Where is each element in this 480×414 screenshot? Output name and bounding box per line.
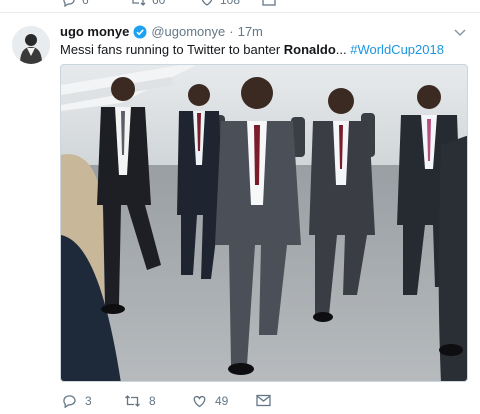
- tweet-photo[interactable]: [60, 64, 468, 382]
- reply-button[interactable]: 3: [62, 394, 92, 408]
- avatar[interactable]: [12, 26, 50, 64]
- prev-retweet-button[interactable]: 60: [130, 0, 165, 7]
- heart-icon: [193, 395, 206, 408]
- tweet-text-plain: Messi fans running to Twitter to banter: [60, 42, 284, 57]
- envelope-icon: [262, 0, 276, 6]
- prev-like-count: 108: [220, 0, 241, 7]
- reply-icon: [63, 0, 75, 7]
- retweet-count: 8: [149, 394, 156, 408]
- tweet-header: ugo monye @ugomonye · 17m: [60, 24, 263, 39]
- reply-icon: [63, 395, 76, 408]
- prev-reply-count: 6: [82, 0, 89, 7]
- photo-running-men: [61, 65, 467, 381]
- prev-retweet-count: 60: [152, 0, 166, 7]
- tweet-text-bold: Ronaldo: [283, 42, 336, 57]
- prev-like-button[interactable]: 108: [200, 0, 240, 7]
- prev-reply-button[interactable]: 6: [62, 0, 89, 7]
- reply-count: 3: [85, 394, 92, 408]
- hashtag-link[interactable]: #WorldCup2018: [350, 42, 444, 57]
- retweet-button[interactable]: 8: [124, 394, 156, 408]
- author-handle[interactable]: @ugomonye: [151, 24, 225, 39]
- tweet-divider: [0, 12, 480, 13]
- tweet-text-ellipsis: ...: [335, 42, 347, 57]
- retweet-icon: [132, 0, 146, 6]
- envelope-icon: [256, 394, 271, 407]
- chevron-down-icon[interactable]: [454, 28, 466, 38]
- dm-button[interactable]: [256, 394, 271, 407]
- author-name[interactable]: ugo monye: [60, 24, 129, 39]
- like-count: 49: [215, 394, 229, 408]
- previous-tweet-actions: 6 60 108: [60, 0, 480, 8]
- like-button[interactable]: 49: [192, 394, 228, 408]
- avatar-image: [12, 26, 50, 64]
- heart-icon: [201, 0, 213, 6]
- tweet-timestamp[interactable]: 17m: [238, 24, 263, 39]
- separator-dot: ·: [229, 24, 234, 39]
- tweet-actions: 3 8 49: [60, 394, 470, 412]
- retweet-icon: [125, 395, 140, 407]
- tweet-text: Messi fans running to Twitter to banter …: [60, 42, 444, 57]
- verified-badge-icon: [133, 25, 147, 38]
- prev-dm-button[interactable]: [262, 0, 276, 6]
